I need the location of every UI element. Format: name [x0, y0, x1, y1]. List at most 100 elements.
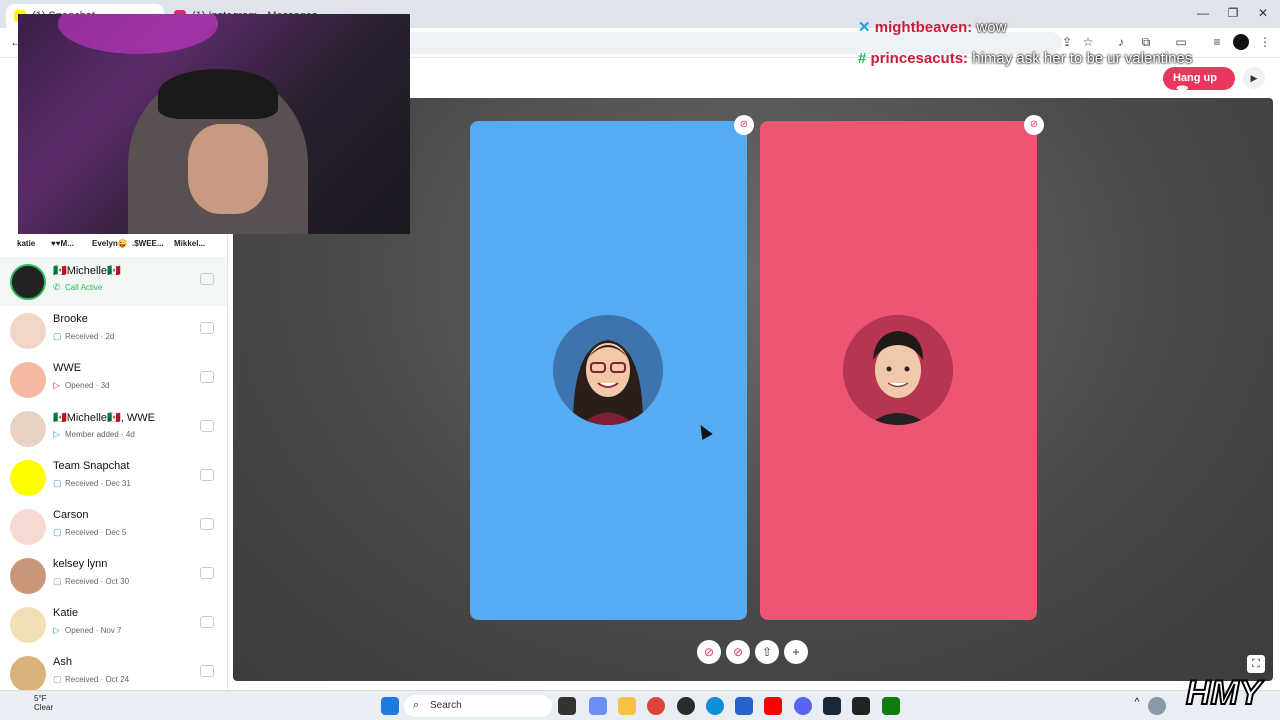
network-icon[interactable]: [1148, 697, 1166, 715]
story-name[interactable]: Evelyn😜: [92, 239, 128, 248]
chat-status: ▷ Opened · Nov 7: [53, 625, 122, 635]
chat-icon: ▢: [53, 478, 62, 488]
avatar: [10, 509, 46, 545]
chat-status: ▢ Received · Dec 5: [53, 527, 127, 537]
fullscreen-icon[interactable]: ⛶: [1247, 655, 1265, 673]
chat-name: 🇲🇽Michelle🇲🇽: [53, 265, 121, 277]
stream-chat-line: ✕ mightbeaven: wow: [858, 17, 1006, 38]
file-explorer-icon[interactable]: [618, 697, 636, 715]
close-window-button[interactable]: ✕: [1248, 6, 1278, 20]
bitmoji-avatar: [553, 315, 663, 425]
chat-status: ▢ Received · 2d: [53, 331, 115, 341]
weather-widget[interactable]: 5°F Clear: [34, 694, 53, 712]
chrome-icon[interactable]: [647, 697, 665, 715]
bitmoji-face-icon: [553, 315, 663, 425]
camera-off-button[interactable]: ⊘: [697, 640, 721, 664]
muted-mic-icon: ⊘: [734, 115, 754, 135]
snapchat-ghost-icon: [10, 460, 46, 496]
chat-name: kelsey lynn: [53, 558, 108, 570]
mic-off-button[interactable]: ⊘: [726, 640, 750, 664]
chat-icon: ▢: [53, 331, 62, 341]
chat-name: Ash: [53, 656, 72, 668]
chat-name: WWE: [53, 362, 82, 374]
avatar: [10, 411, 46, 447]
camera-icon[interactable]: [200, 518, 214, 530]
task-view-icon[interactable]: [558, 697, 576, 715]
chat-status: ▷ Member added · 4d: [53, 429, 135, 439]
chat-item-katie[interactable]: Katie ▷ Opened · Nov 7: [0, 600, 227, 649]
camera-icon[interactable]: [200, 371, 214, 383]
hang-up-label: Hang up: [1173, 72, 1217, 84]
avatar: [10, 607, 46, 643]
chat-item-kelsey[interactable]: kelsey lynn ▢ Received · Oct 30: [0, 551, 227, 600]
camera-icon[interactable]: [200, 420, 214, 432]
chat-status: ▢ Received · Dec 31: [53, 478, 131, 488]
youtube-icon[interactable]: [764, 697, 782, 715]
headphones: [158, 69, 278, 119]
camera-icon[interactable]: [200, 567, 214, 579]
chat-badges-icon: #: [858, 50, 871, 67]
chat-name: Team Snapchat: [53, 460, 130, 472]
edge-icon[interactable]: [706, 697, 724, 715]
stream-chat-user: mightbeaven:: [874, 19, 973, 36]
chat-name: Carson: [53, 509, 89, 521]
ceiling-light: [58, 14, 218, 54]
camera-icon[interactable]: [200, 469, 214, 481]
chat-item-ash[interactable]: Ash ▢ Received · Oct 24: [0, 649, 227, 690]
play-icon[interactable]: ▶: [1243, 67, 1265, 89]
weather-temp: 5°F: [34, 694, 47, 703]
chat-badges-icon: ✕: [858, 19, 875, 36]
avatar: [10, 558, 46, 594]
maximize-button[interactable]: ❐: [1218, 6, 1248, 20]
chat-status: ▷ Opened · 3d: [53, 380, 110, 390]
discord-icon[interactable]: [794, 697, 812, 715]
phone-hangup-icon: ☎: [1176, 85, 1189, 96]
camera-icon[interactable]: [200, 616, 214, 628]
chat-name: 🇲🇽Michelle🇲🇽, WWE: [53, 412, 155, 424]
taskbar-search[interactable]: ⌕ Search: [404, 695, 552, 717]
story-name[interactable]: Mikkel...: [174, 239, 205, 248]
store-icon[interactable]: [735, 697, 753, 715]
hang-up-button[interactable]: Hang up ☎: [1163, 67, 1235, 96]
chat-item-michelle[interactable]: 🇲🇽Michelle🇲🇽 ✆ Call Active: [0, 257, 227, 306]
chat-status: ▢ Received · Oct 24: [53, 674, 130, 684]
camera-icon[interactable]: [200, 322, 214, 334]
chat-item-group[interactable]: 🇲🇽Michelle🇲🇽, WWE ▷ Member added · 4d: [0, 404, 227, 453]
epic-games-icon[interactable]: [852, 697, 870, 715]
menu-icon[interactable]: ⋮: [1257, 34, 1273, 50]
steam-icon[interactable]: [823, 697, 841, 715]
bitmoji-face-icon: [843, 315, 953, 425]
tray-chevron-icon[interactable]: ^: [1128, 697, 1146, 715]
xbox-icon[interactable]: [882, 697, 900, 715]
stories-row: katie ♥♥M... Evelyn😜 .$WEE... Mikkel...: [0, 236, 227, 256]
chat-status: ▢ Received · Oct 30: [53, 576, 130, 586]
profile-avatar[interactable]: [1233, 34, 1249, 50]
chat-item-team-snapchat[interactable]: Team Snapchat ▢ Received · Dec 31: [0, 453, 227, 502]
share-screen-button[interactable]: ⇧: [755, 640, 779, 664]
windows-start-icon[interactable]: [381, 697, 399, 715]
stream-chat-message: himay ask her to be ur valentines: [972, 50, 1193, 67]
search-icon: ⌕: [413, 699, 420, 711]
camera-icon[interactable]: [200, 273, 214, 285]
avatar: [10, 656, 46, 690]
story-name[interactable]: .$WEE...: [132, 239, 164, 248]
muted-mic-icon: ⊘: [1024, 115, 1044, 135]
chat-icon: ▢: [53, 576, 62, 586]
obs-icon[interactable]: [677, 697, 695, 715]
copilot-icon[interactable]: [589, 697, 607, 715]
bitmoji-avatar: [843, 315, 953, 425]
add-participant-button[interactable]: +: [784, 640, 808, 664]
participant-tile-michelle: [470, 121, 747, 620]
chat-item-wwe[interactable]: WWE ▷ Opened · 3d: [0, 355, 227, 404]
story-name[interactable]: ♥♥M...: [51, 239, 74, 248]
media-controls-icon[interactable]: ≡: [1209, 34, 1225, 50]
chat-item-brooke[interactable]: Brooke ▢ Received · 2d: [0, 306, 227, 355]
chat-status: ✆ Call Active: [53, 282, 103, 292]
camera-icon[interactable]: [200, 665, 214, 677]
stream-chat-message: wow: [976, 19, 1007, 36]
sent-icon: ▷: [53, 625, 60, 635]
chat-item-carson[interactable]: Carson ▢ Received · Dec 5: [0, 502, 227, 551]
minimize-button[interactable]: —: [1188, 6, 1218, 20]
story-name[interactable]: katie: [17, 239, 35, 248]
opened-icon: ▷: [53, 380, 60, 390]
